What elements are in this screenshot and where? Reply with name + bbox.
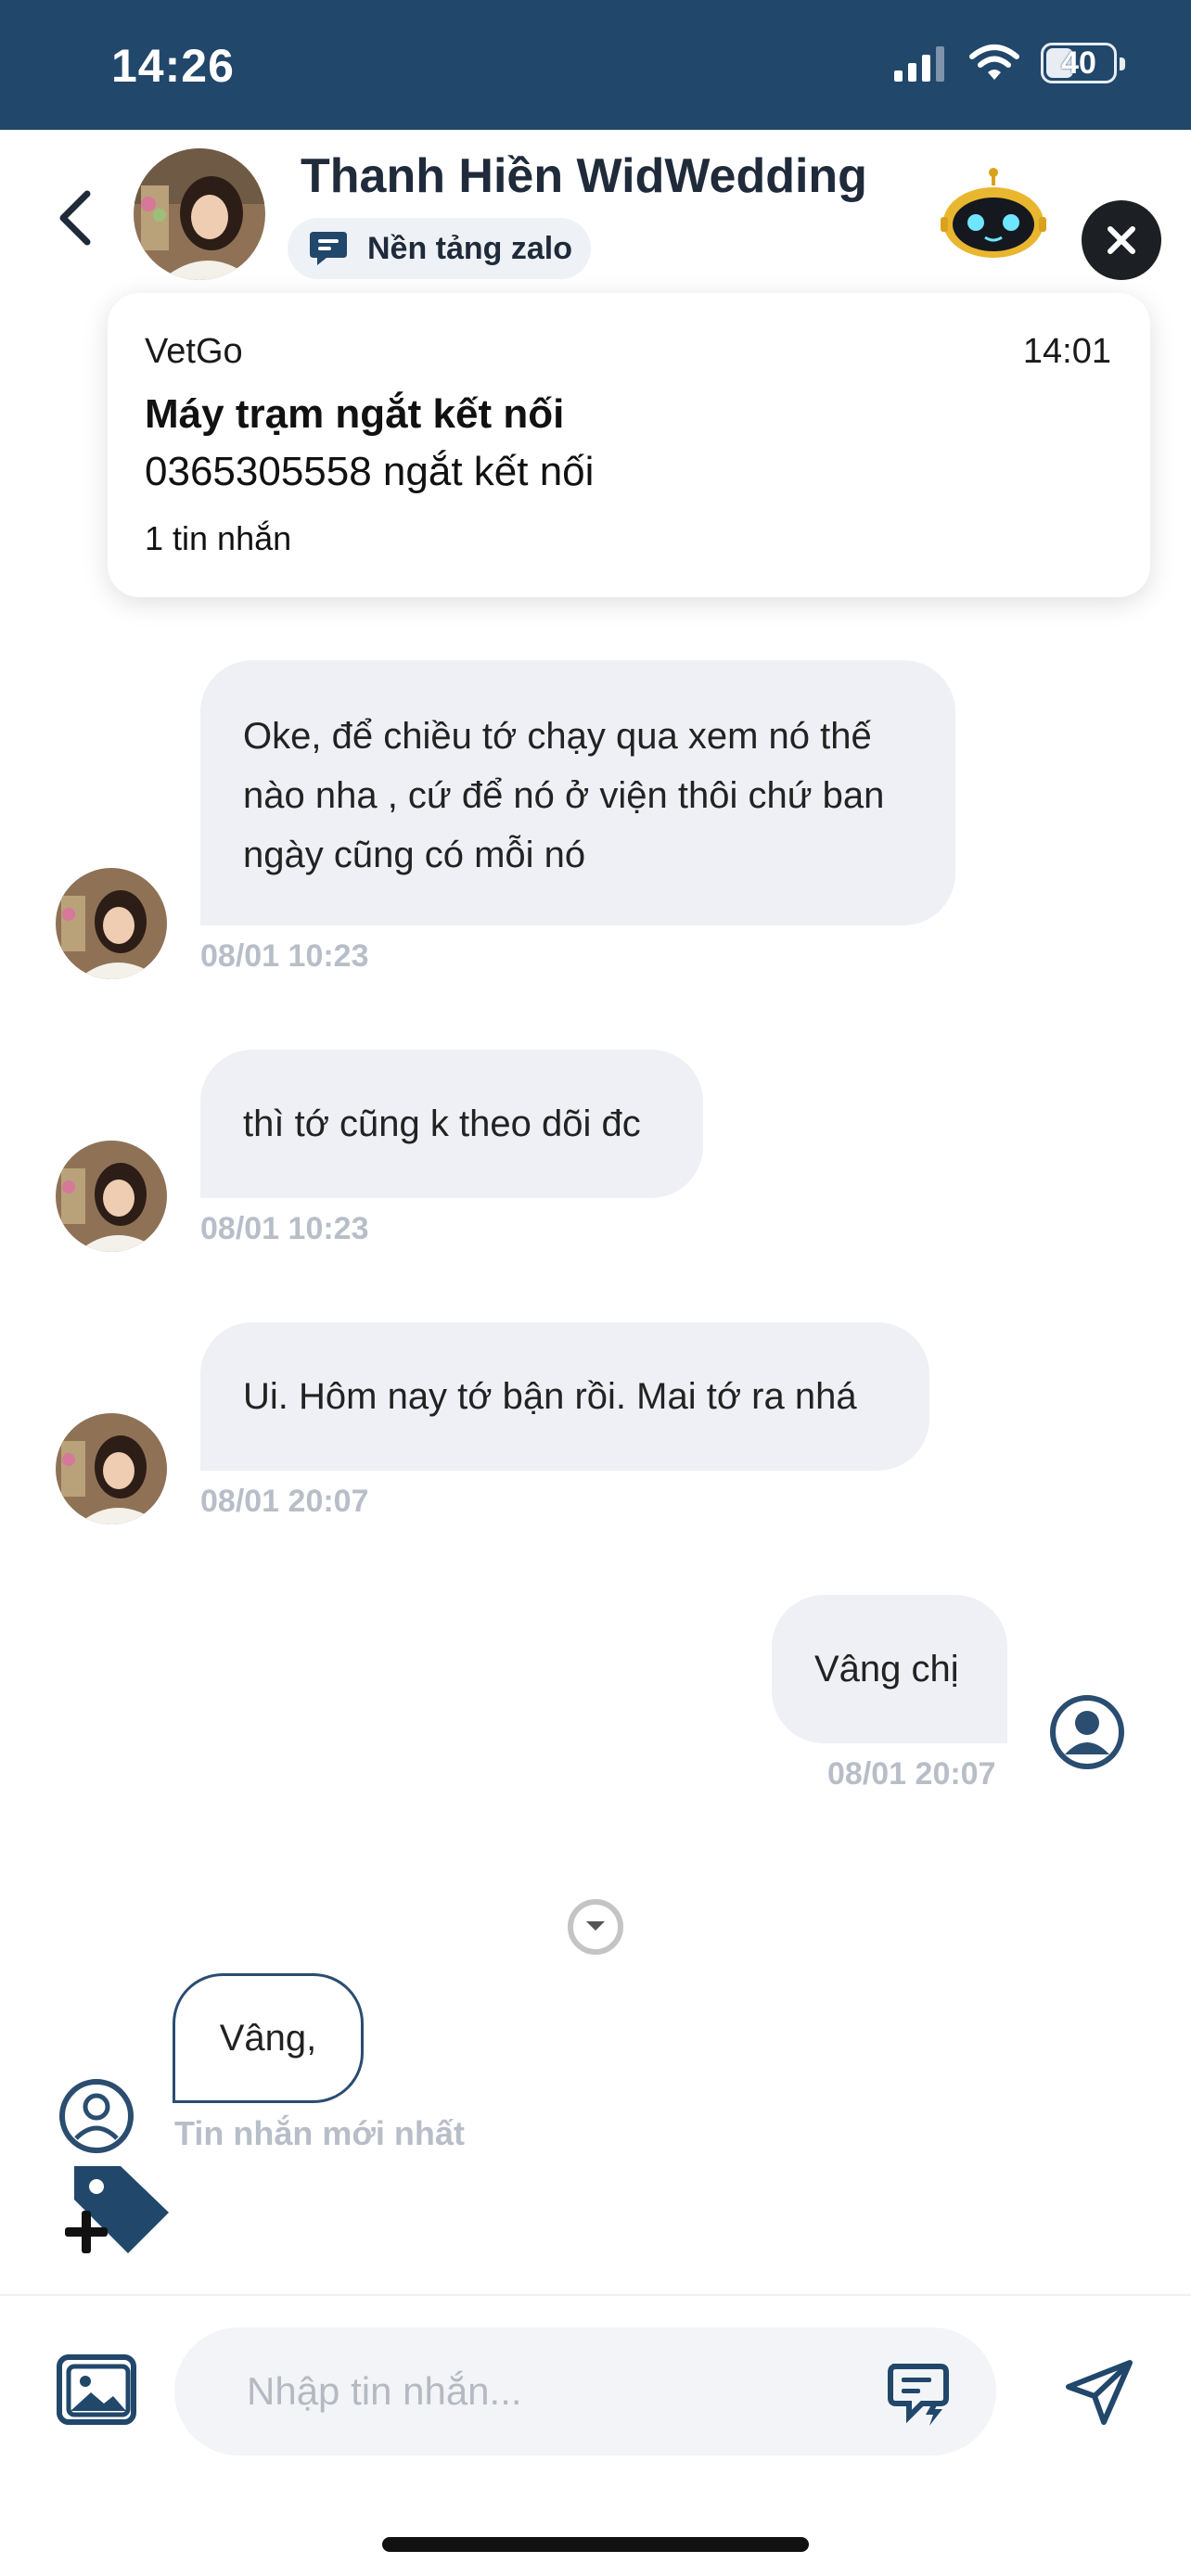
wifi-icon [969,45,1019,80]
chat-header: Thanh Hiền WidWedding Nền tảng zalo [0,130,1191,287]
sender-avatar[interactable] [56,1141,167,1252]
status-time: 14:26 [111,40,235,92]
agent-avatar-icon [1050,1695,1124,1769]
contact-name: Thanh Hiền WidWedding [301,149,867,203]
notification-time: 14:01 [1022,332,1111,371]
back-icon [59,190,91,246]
sender-avatar[interactable] [56,868,167,979]
message-time: 08/01 20:07 [200,1484,369,1519]
status-icons: 40 [892,43,1125,83]
send-icon[interactable] [1063,2355,1137,2429]
home-indicator [382,2537,809,2552]
battery-icon: 40 [1041,43,1125,83]
message-time: 08/01 20:07 [827,1756,996,1792]
notification-banner[interactable]: VetGo 14:01 Máy trạm ngắt kết nối 036530… [108,293,1150,597]
bot-icon[interactable] [939,167,1048,260]
message-bubble[interactable]: Oke, để chiều tớ chạy qua xem nó thế nào… [200,660,955,925]
notification-title: Máy trạm ngắt kết nối [145,391,565,437]
latest-message-bubble[interactable]: Vâng, [173,1973,364,2103]
latest-message-label: Tin nhắn mới nhất [174,2114,465,2152]
notification-count: 1 tin nhắn [145,519,292,557]
chat-bubble-icon [310,232,347,265]
message-bubble-outgoing[interactable]: Vâng chị [772,1595,1007,1743]
close-button[interactable] [1082,200,1161,280]
composer-bar [0,2294,1191,2480]
message-input[interactable] [174,2327,996,2455]
signal-icon [894,46,944,82]
back-button[interactable] [48,181,104,255]
status-bar: 14:26 40 [0,0,1191,130]
close-icon [1108,226,1135,254]
contact-avatar[interactable] [134,148,265,280]
notification-app: VetGo [145,332,243,371]
battery-level: 40 [1061,45,1096,81]
message-time: 08/01 10:23 [200,1211,369,1246]
message-bubble[interactable]: Ui. Hôm nay tớ bận rồi. Mai tớ ra nhá [200,1322,929,1471]
platform-chip: Nền tảng zalo [288,218,592,279]
notification-body: 0365305558 ngắt kết nối [145,449,595,494]
sender-avatar[interactable] [56,1413,167,1524]
message-time: 08/01 10:23 [200,938,369,974]
message-bubble[interactable]: thì tớ cũng k theo dõi đc [200,1050,703,1198]
gallery-icon[interactable] [56,2353,139,2428]
tag-add-icon[interactable] [65,2161,174,2263]
quick-reply-icon[interactable] [885,2361,952,2428]
platform-label: Nền tảng zalo [367,230,573,266]
user-avatar-icon [59,2079,134,2153]
loading-icon [568,1899,623,1955]
